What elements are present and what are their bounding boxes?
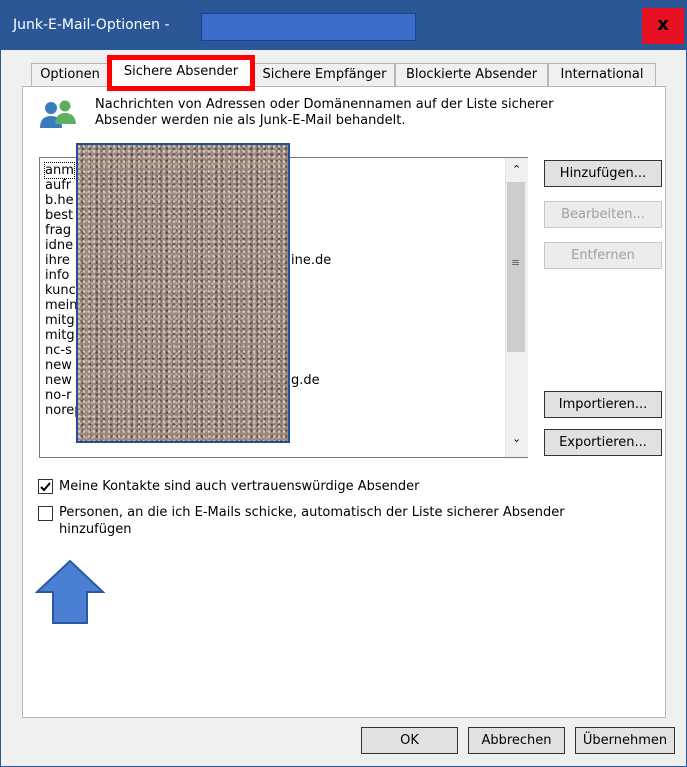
list-item[interactable]: best [45, 208, 73, 223]
list-item-suffix: g.de [291, 373, 320, 388]
list-item[interactable]: no-r [45, 388, 71, 403]
list-item[interactable]: new [45, 358, 72, 373]
list-item[interactable]: nc-s [45, 343, 72, 358]
list-item[interactable]: anm [44, 162, 75, 179]
window-title: Junk-E-Mail-Optionen - [13, 17, 170, 33]
list-item[interactable]: idne [45, 238, 73, 253]
contacts-icon [40, 100, 76, 128]
list-item[interactable]: mein [45, 298, 78, 313]
list-item[interactable]: aufr [45, 178, 71, 193]
list-item[interactable]: new [45, 373, 72, 388]
export-button[interactable]: Exportieren... [544, 429, 662, 456]
contacts-checkbox[interactable] [38, 479, 53, 494]
tab-sichere-absender[interactable]: Sichere Absender [113, 60, 249, 84]
auto-add-checkbox-label-2[interactable]: hinzufügen [59, 521, 131, 538]
edit-button[interactable]: Bearbeiten... [544, 201, 662, 228]
tab-international[interactable]: International [548, 63, 656, 86]
redacted-title-field [201, 13, 416, 41]
remove-button[interactable]: Entfernen [544, 242, 662, 269]
tab-blockierte-absender[interactable]: Blockierte Absender [395, 63, 548, 86]
arrow-up-annotation-icon [35, 559, 105, 624]
checkmark-icon [40, 482, 51, 492]
list-item[interactable]: ihre [45, 253, 70, 268]
info-text: Nachrichten von Adressen oder Domänennam… [95, 97, 554, 128]
import-button[interactable]: Importieren... [544, 391, 662, 418]
tab-sichere-empfaenger[interactable]: Sichere Empfänger [254, 63, 395, 86]
contacts-checkbox-label[interactable]: Meine Kontakte sind auch vertrauenswürdi… [59, 478, 420, 495]
apply-button[interactable]: Übernehmen [575, 727, 675, 754]
tab-optionen[interactable]: Optionen [31, 63, 109, 86]
list-item-suffix: ine.de [291, 253, 332, 268]
list-item[interactable]: b.he [45, 193, 74, 208]
add-button[interactable]: Hinzufügen... [544, 160, 662, 187]
grip-icon: ≡ [511, 256, 521, 269]
scroll-up-icon[interactable]: ⌃ [512, 163, 521, 177]
list-item[interactable]: kunc [45, 283, 76, 298]
list-item[interactable]: frag [45, 223, 71, 238]
auto-add-checkbox-label[interactable]: Personen, an die ich E-Mails schicke, au… [59, 504, 565, 521]
cancel-button[interactable]: Abbrechen [468, 727, 565, 754]
list-item[interactable]: mitg [45, 313, 75, 328]
ok-button[interactable]: OK [361, 727, 458, 754]
redacted-area [76, 143, 290, 443]
close-button[interactable]: x [642, 8, 684, 44]
list-item[interactable]: mitg [45, 328, 75, 343]
scroll-down-icon[interactable]: ⌄ [512, 432, 521, 446]
list-item[interactable]: info [45, 268, 69, 283]
auto-add-checkbox[interactable] [38, 506, 53, 521]
